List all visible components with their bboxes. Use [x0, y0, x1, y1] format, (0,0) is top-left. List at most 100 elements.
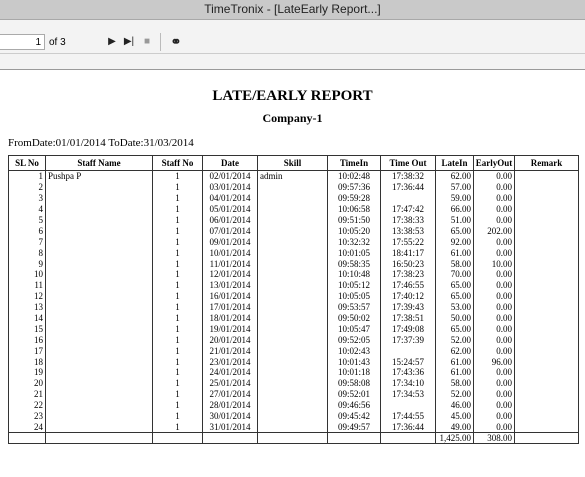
table-cell: 09:52:01 [327, 388, 381, 400]
table-cell [257, 247, 328, 259]
table-cell: 57.00 [435, 181, 474, 193]
table-cell: 0.00 [473, 323, 515, 335]
table-cell [45, 269, 153, 280]
toolbar-divider [0, 53, 585, 54]
report-toolbar: 1 of 3 ▶ ▶| ■ ⚭ [0, 20, 585, 70]
table-cell: 0.00 [473, 181, 515, 193]
table-cell: 1 [8, 170, 46, 182]
table-cell [45, 258, 153, 270]
table-cell: 1 [152, 214, 203, 226]
table-cell: 0.00 [473, 203, 515, 215]
table-cell: 0.00 [473, 399, 515, 411]
table-cell: 27/01/2014 [202, 388, 258, 400]
total-empty-cell [152, 432, 203, 445]
table-cell: 20/01/2014 [202, 334, 258, 346]
table-cell: 7 [8, 236, 46, 248]
table-cell: 18:41:17 [380, 247, 436, 259]
last-page-icon[interactable]: ▶| [122, 35, 136, 49]
table-cell: 17:34:53 [380, 388, 436, 400]
page-number-input[interactable]: 1 [0, 34, 45, 50]
table-cell: 52.00 [435, 388, 474, 400]
table-cell: 17:39:43 [380, 301, 436, 313]
table-cell: 09:45:42 [327, 410, 381, 422]
table-cell: 09:59:28 [327, 192, 381, 204]
table-cell: 10:05:47 [327, 323, 381, 335]
table-cell: 58.00 [435, 258, 474, 270]
table-cell: 24 [8, 421, 46, 434]
table-cell [380, 345, 436, 357]
table-cell [514, 214, 579, 226]
table-cell [45, 377, 153, 389]
next-page-icon[interactable]: ▶ [107, 35, 117, 49]
table-cell: 5 [8, 214, 46, 226]
table-cell [257, 334, 328, 346]
col-header: Staff No [152, 155, 203, 171]
table-cell: 66.00 [435, 203, 474, 215]
window-title: TimeTronix - [LateEarly Report...] [204, 2, 381, 16]
table-cell: 21/01/2014 [202, 345, 258, 357]
table-cell: 65.00 [435, 290, 474, 302]
page-count-label: of 3 [49, 37, 66, 48]
table-cell: 10:01:18 [327, 367, 381, 378]
table-cell: 65.00 [435, 225, 474, 237]
stop-icon[interactable]: ■ [142, 35, 152, 49]
table-cell [514, 377, 579, 389]
total-latein: 1,425.00 [435, 432, 474, 445]
table-cell [45, 181, 153, 193]
table-cell: 1 [152, 345, 203, 357]
table-cell [514, 399, 579, 411]
table-cell [257, 421, 328, 434]
table-cell: 09:52:05 [327, 334, 381, 346]
table-row: 15 1 19/01/2014 10:05:47 17:49:08 65.00 0.00 [8, 323, 579, 335]
table-row: 3 1 04/01/2014 09:59:28 59.00 0.00 [8, 192, 579, 204]
table-cell [45, 203, 153, 215]
table-cell: 10/01/2014 [202, 247, 258, 259]
table-cell: 1 [152, 258, 203, 270]
table-cell [45, 334, 153, 346]
table-cell: 23/01/2014 [202, 356, 258, 368]
table-cell [45, 356, 153, 368]
table-row: 4 1 05/01/2014 10:06:58 17:47:42 66.00 0.00 [8, 203, 579, 215]
table-cell [514, 345, 579, 357]
table-cell [257, 290, 328, 302]
table-cell: 10:06:58 [327, 203, 381, 215]
table-cell: 1 [152, 269, 203, 280]
table-cell [514, 236, 579, 248]
table-cell: 17:36:44 [380, 421, 436, 434]
col-header: EarlyOut [473, 155, 515, 171]
table-cell: 10:05:20 [327, 225, 381, 237]
table-cell: 0.00 [473, 377, 515, 389]
col-header: Time Out [380, 155, 436, 171]
late-early-table: SL No Staff Name Staff No Date Skill Tim… [8, 155, 579, 445]
table-cell: 1 [152, 377, 203, 389]
table-cell: 12 [8, 290, 46, 302]
table-cell: 07/01/2014 [202, 225, 258, 237]
table-cell [45, 367, 153, 378]
table-cell [514, 301, 579, 313]
col-header: Remark [514, 155, 579, 171]
total-empty-cell [327, 432, 381, 445]
table-cell: 1 [152, 301, 203, 313]
table-cell: 17:34:10 [380, 377, 436, 389]
table-cell: 10:10:48 [327, 269, 381, 280]
table-cell: 17/01/2014 [202, 301, 258, 313]
table-cell [380, 399, 436, 411]
table-row: 21 1 27/01/2014 09:52:01 17:34:53 52.00 0.00 [8, 388, 579, 400]
table-cell: 02/01/2014 [202, 170, 258, 182]
table-cell: 17:38:23 [380, 269, 436, 280]
table-cell: 13:38:53 [380, 225, 436, 237]
table-cell: 19/01/2014 [202, 323, 258, 335]
table-cell [380, 192, 436, 204]
table-cell: 1 [152, 181, 203, 193]
table-cell: 09:57:36 [327, 181, 381, 193]
col-header: SL No [8, 155, 46, 171]
find-binoculars-icon[interactable]: ⚭ [168, 35, 184, 49]
table-cell [257, 367, 328, 378]
table-cell: 10:05:12 [327, 279, 381, 291]
table-cell [45, 279, 153, 291]
table-cell: 1 [152, 203, 203, 215]
table-cell: 0.00 [473, 247, 515, 259]
table-cell: 2 [8, 181, 46, 193]
table-cell: 61.00 [435, 367, 474, 378]
table-row: 5 1 06/01/2014 09:51:50 17:38:33 51.00 0.00 [8, 214, 579, 226]
